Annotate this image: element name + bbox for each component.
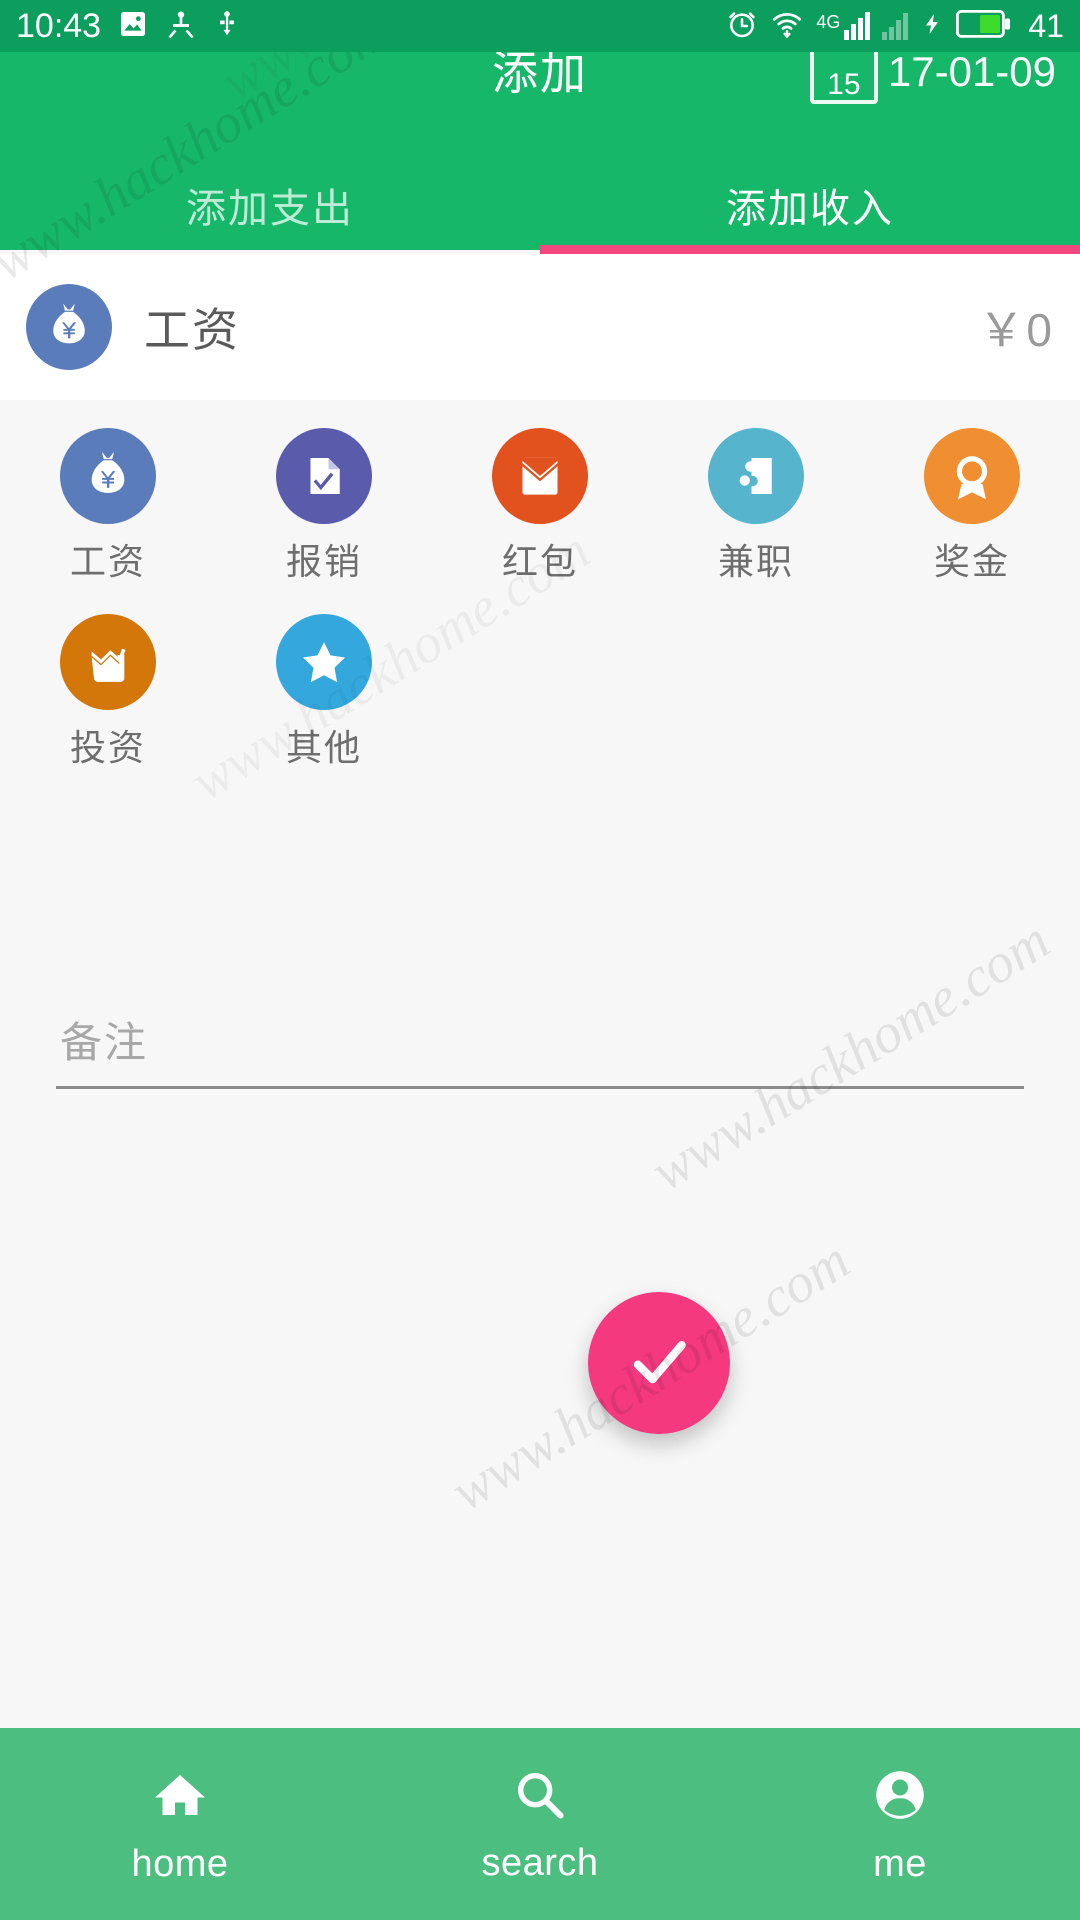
- status-bar-clock: 10:43: [16, 7, 102, 45]
- category-label: 其他: [285, 727, 362, 768]
- tab-add-expense-label: 添加支出: [186, 187, 354, 231]
- check-icon: [633, 1341, 686, 1384]
- selected-category-label: 工资: [144, 304, 240, 356]
- status-bar-left: 10:43: [16, 8, 241, 45]
- signal-bars-secondary-icon: [882, 12, 909, 40]
- calendar-day-number: 15: [827, 68, 861, 101]
- category-item-investment[interactable]: 投资: [0, 614, 216, 800]
- category-label: 红包: [501, 541, 578, 582]
- home-icon: [150, 1765, 210, 1830]
- status-bar: 10:43 4G 41: [0, 0, 1080, 52]
- nav-item-search[interactable]: search: [360, 1728, 720, 1920]
- star-icon: [276, 614, 372, 710]
- money-bag-icon: [60, 428, 156, 524]
- note-input[interactable]: [56, 1000, 1024, 1086]
- usb-icon: [213, 8, 241, 45]
- puzzle-piece-icon: [708, 428, 804, 524]
- category-label: 工资: [69, 541, 146, 582]
- bottom-navigation-bar: home search me: [0, 1728, 1080, 1920]
- date-label: 17-01-09: [887, 48, 1056, 95]
- signal-bars-icon: 4G: [816, 12, 871, 40]
- red-envelope-icon: [492, 428, 588, 524]
- category-item-bonus[interactable]: 奖金: [864, 428, 1080, 614]
- money-bag-icon: [26, 284, 112, 370]
- category-grid: 工资 报销 红包 兼职 奖金 投资 其他: [0, 400, 1080, 800]
- confirm-fab-button[interactable]: [588, 1292, 730, 1434]
- selected-amount[interactable]: ￥0: [978, 294, 1054, 360]
- wifi-icon: [770, 8, 804, 45]
- medal-icon: [924, 428, 1020, 524]
- tab-add-expense[interactable]: 添加支出: [0, 160, 540, 250]
- category-item-red-envelope[interactable]: 红包: [432, 428, 648, 614]
- category-item-part-time[interactable]: 兼职: [648, 428, 864, 614]
- tab-bar: 添加支出 添加收入: [0, 160, 1080, 250]
- battery-level-label: 41: [1028, 8, 1064, 44]
- status-bar-right: 4G 41: [726, 8, 1064, 45]
- category-label: 报销: [285, 541, 362, 582]
- nav-item-me[interactable]: me: [720, 1728, 1080, 1920]
- note-underline: [56, 1086, 1024, 1089]
- category-label: 兼职: [717, 541, 794, 582]
- nav-item-home[interactable]: home: [0, 1728, 360, 1920]
- charging-bolt-icon: [920, 8, 944, 45]
- receipt-check-icon: [276, 428, 372, 524]
- search-icon: [511, 1766, 569, 1829]
- nav-label: home: [131, 1842, 229, 1885]
- chart-growth-icon: [60, 614, 156, 710]
- category-label: 奖金: [933, 541, 1010, 582]
- nav-label: search: [481, 1841, 599, 1884]
- category-label: 投资: [69, 727, 146, 768]
- tab-add-income[interactable]: 添加收入: [540, 160, 1080, 250]
- selected-category-row[interactable]: 工资 ￥0: [0, 254, 1080, 400]
- category-item-salary[interactable]: 工资: [0, 428, 216, 614]
- network-type-label: 4G: [816, 12, 841, 32]
- android-debug-icon: [165, 8, 197, 45]
- nav-label: me: [873, 1842, 927, 1885]
- tab-add-income-label: 添加收入: [726, 187, 894, 231]
- alarm-clock-icon: [726, 8, 758, 45]
- tab-indicator: [540, 245, 1080, 254]
- image-icon: [117, 8, 149, 45]
- category-item-reimbursement[interactable]: 报销: [216, 428, 432, 614]
- category-item-other[interactable]: 其他: [216, 614, 432, 800]
- battery-icon: [956, 9, 1012, 44]
- note-field-wrapper: [56, 1000, 1024, 1089]
- person-icon: [870, 1765, 930, 1830]
